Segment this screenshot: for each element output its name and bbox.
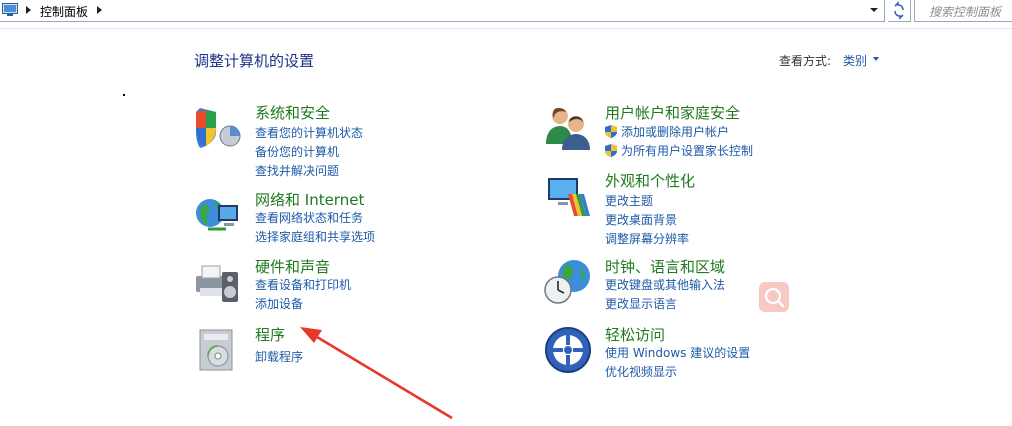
printer-speaker-icon[interactable] [194,258,242,306]
view-by-caret-icon[interactable] [873,57,879,61]
category-title[interactable]: 外观和个性化 [605,170,695,191]
link-add-device[interactable]: 添加设备 [255,295,303,312]
category-title[interactable]: 轻松访问 [605,324,665,345]
view-by-dropdown[interactable]: 类别 [843,52,867,69]
link-devices-printers[interactable]: 查看设备和打印机 [255,276,351,293]
ease-of-access-icon[interactable] [544,326,592,374]
control-panel-icon [2,3,18,16]
page-title: 调整计算机的设置 [194,52,315,70]
mouse-cursor-dot [123,94,125,96]
link-parental-controls[interactable]: 为所有用户设置家长控制 [605,142,753,159]
category-system-security: 系统和安全 查看您的计算机状态 备份您的计算机 查找并解决问题 [194,102,494,179]
category-title[interactable]: 网络和 Internet [255,189,364,210]
link-add-remove-accounts[interactable]: 添加或删除用户帐户 [605,123,729,140]
category-title[interactable]: 程序 [255,324,285,345]
link-network-status[interactable]: 查看网络状态和任务 [255,209,363,226]
view-by-label: 查看方式: [779,54,832,68]
link-display-language[interactable]: 更改显示语言 [605,295,677,312]
users-icon[interactable] [544,104,592,152]
floating-search-button[interactable] [759,282,789,312]
category-title[interactable]: 硬件和声音 [255,256,330,277]
link-optimize-video-display[interactable]: 优化视频显示 [605,363,677,380]
refresh-button[interactable] [888,0,911,22]
category-ease-of-access: 轻松访问 使用 Windows 建议的设置 优化视频显示 [544,324,864,380]
link-keyboard-input[interactable]: 更改键盘或其他输入法 [605,276,725,293]
breadcrumb-arrow-icon[interactable] [26,6,31,14]
network-globe-icon[interactable] [194,191,242,239]
link-change-theme[interactable]: 更改主题 [605,192,653,209]
magnifier-icon [764,287,785,308]
shield-chart-icon[interactable] [194,104,242,152]
search-input[interactable]: 搜索控制面板 [914,0,1012,22]
breadcrumb-control-panel[interactable]: 控制面板 [40,3,88,20]
link-view-computer-status[interactable]: 查看您的计算机状态 [255,124,363,141]
category-programs: 程序 卸载程序 [194,326,494,374]
category-title[interactable]: 时钟、语言和区域 [605,256,725,277]
programs-box-icon[interactable] [194,326,242,374]
category-hardware-sound: 硬件和声音 查看设备和打印机 添加设备 [194,256,494,312]
category-network-internet: 网络和 Internet 查看网络状态和任务 选择家庭组和共享选项 [194,189,494,245]
breadcrumb-arrow-icon[interactable] [97,6,102,14]
category-clock-language-region: 时钟、语言和区域 更改键盘或其他输入法 更改显示语言 [544,256,864,312]
link-desktop-background[interactable]: 更改桌面背景 [605,211,677,228]
address-field[interactable]: 控制面板 [0,0,885,22]
category-user-accounts: 用户帐户和家庭安全 添加或删除用户帐户 为所有用户设置家长控制 [544,104,864,160]
link-homegroup-sharing[interactable]: 选择家庭组和共享选项 [255,228,375,245]
appearance-monitor-icon[interactable] [544,172,592,220]
clock-globe-icon[interactable] [544,258,592,306]
address-dropdown-icon[interactable] [870,8,878,12]
link-backup-computer[interactable]: 备份您的计算机 [255,143,339,160]
link-windows-recommended-settings[interactable]: 使用 Windows 建议的设置 [605,344,750,361]
search-placeholder: 搜索控制面板 [929,5,1002,19]
category-title[interactable]: 用户帐户和家庭安全 [605,102,740,123]
category-title[interactable]: 系统和安全 [255,102,330,123]
toolbar-divider [0,28,1012,29]
link-screen-resolution[interactable]: 调整屏幕分辨率 [605,230,689,247]
address-bar: 控制面板 搜索控制面板 [0,0,1012,22]
link-uninstall-program[interactable]: 卸载程序 [255,348,303,365]
category-appearance: 外观和个性化 更改主题 更改桌面背景 调整屏幕分辨率 [544,170,864,247]
link-troubleshoot[interactable]: 查找并解决问题 [255,162,339,179]
refresh-icon [894,1,904,20]
